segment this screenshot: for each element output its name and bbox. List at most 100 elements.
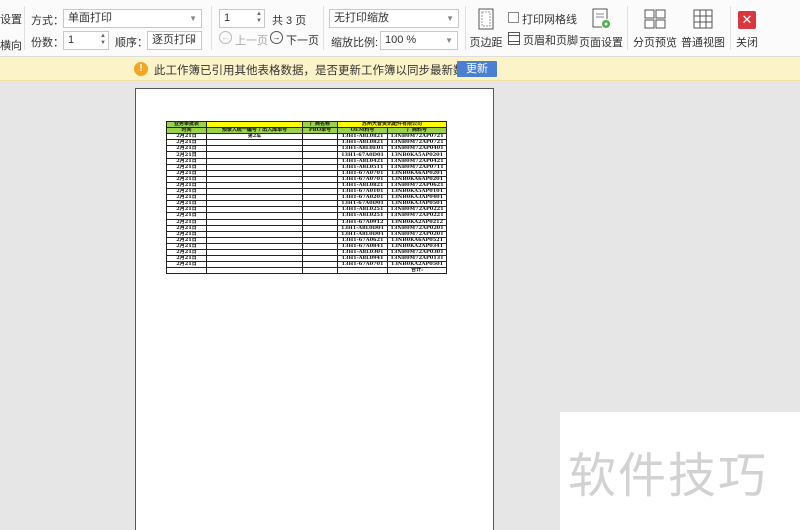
arrow-left-icon: ← [219,31,232,44]
cell-oem-part: 13H1-A8L0821 [337,133,388,141]
cell-oem-part: 13H1-A8L0301 [337,248,388,257]
zoom-select[interactable]: 100 % ▼ [380,31,458,50]
cell-oem-part: 13H1-67A0621 [337,236,388,244]
separator [323,6,324,50]
page-break-preview-button[interactable]: 分页预览 [632,8,678,50]
stepper-arrows-icon[interactable]: ▲ ▼ [100,33,106,47]
checkbox-icon [508,12,519,23]
cell-vendor-part: 13NB0M72AP0721 [387,139,447,147]
cell-vendor-part: 13NB0KA3AP0501 [387,200,447,208]
print-preview-toolbar: 设置 横向 方式： 单面打印 ▼ 份数： 1 ▲ ▼ 顺序： 逐页打印 ▼ 1 ▲… [0,0,800,57]
cell-vendor-part: 13NB0M72AP0221 [387,212,447,220]
total-pages-text: 共 3 页 [272,15,307,27]
print-mode-select[interactable]: 单面打印 ▼ [63,9,202,28]
chevron-down-icon: ▼ [446,14,454,23]
header-footer-button[interactable]: 页眉和页脚 [508,31,578,47]
update-notification-bar: ! 此工作簿已引用其他表格数据，是否更新工作簿以同步最新数据？ 更新 [0,57,800,81]
chevron-down-icon: ▼ [189,14,197,23]
table-total-row: 合计: [166,267,447,275]
cell-vendor-part: 13NB0M72AP0131 [387,255,447,263]
cell-vendor-part: 13NB0KA2AP0212 [387,218,447,226]
empty-cell [166,267,207,275]
cell-vendor-part: 13NB0M72AP0201 [387,224,447,232]
total-label-cell: 合计: [387,267,447,275]
mode-label: 方式： [31,15,64,27]
cell-vendor-part: 13NB0KA2AP0501 [387,261,447,269]
cell-oem-part: 13H1-A8L0D01 [337,230,388,238]
margins-label: 页边距 [469,37,503,49]
separator [24,6,25,50]
cell-oem-part: 13H1-A8L0821 [337,139,388,147]
prev-page-label: 上一页 [235,35,268,47]
prev-page-button[interactable]: ← 上一页 [219,31,268,47]
empty-cell [337,267,388,275]
cell-vendor-part: 13NB0KA6AP0521 [387,236,447,244]
cell-vendor-part: 13NB0KA5AP0201 [387,151,447,159]
cell-oem-part: 13H1-67A0D01 [337,151,388,159]
header-footer-icon [508,32,520,48]
next-page-button[interactable]: → 下一页 [270,31,320,47]
print-order-select[interactable]: 逐页打印 ▼ [147,31,202,50]
close-label: 关闭 [736,37,758,49]
margins-button[interactable]: 页边距 [469,8,503,50]
cell-oem-part: 13H1-67A0841 [337,242,388,250]
cell-vendor-part: 13NB0M72AP0421 [387,157,447,165]
cell-vendor-part: 13NB0KA6AP0201 [387,175,447,183]
cell-oem-part: 13H1-67A0101 [337,188,388,196]
header-footer-label: 页眉和页脚 [523,35,578,47]
copies-label: 份数： [31,37,64,49]
page-number-stepper[interactable]: 1 ▲ ▼ [219,9,265,28]
close-button[interactable]: ✕ 关闭 [734,8,760,50]
cell-vendor-part: 13NB0KA2AP0341 [387,242,447,250]
chevron-down-icon: ▼ [445,36,453,45]
cell-vendor-part: 13NB0M72AP0201 [387,230,447,238]
scale-mode-value: 无打印缩放 [334,12,389,24]
scale-mode-select[interactable]: 无打印缩放 ▼ [329,9,459,28]
cell-vendor-part: 13NB0M72AP0711 [387,163,447,171]
cell-oem-part: 13H1-67A0912 [337,218,388,226]
next-page-label: 下一页 [286,35,319,47]
separator [627,6,628,50]
watermark-text: 软件技巧 [568,448,769,504]
page-setup-button[interactable]: 页面设置 [579,8,623,50]
cell-oem-part: 13H1-A8L0D01 [337,224,388,232]
cell-oem-part: 13H1-A8L0511 [337,163,388,171]
print-gridlines-checkbox[interactable]: 打印网格线 [508,11,588,26]
margins-icon [475,8,497,30]
normal-view-button[interactable]: 普通视图 [680,8,726,50]
chevron-down-icon: ▼ [189,36,197,45]
page-setup-icon [590,8,612,30]
cell-oem-part: 13H1-A8L0421 [337,157,388,165]
cell-vendor-part: 13NB0KA5AP0101 [387,188,447,196]
page-setup-label: 页面设置 [579,37,623,49]
separator [465,6,466,50]
copies-value: 1 [68,34,75,46]
copies-stepper[interactable]: 1 ▲ ▼ [63,31,109,50]
page-break-icon [644,8,666,30]
orientation-landscape-partial[interactable]: 横向 [0,37,22,53]
grid-icon [692,8,714,30]
arrow-right-icon: → [270,31,283,44]
warning-icon: ! [134,62,148,76]
spreadsheet-table: 业务审批表 厂商名称 苏州大智资讯配件有限公司 时间 预录入统一编号 / 出入库… [166,120,447,275]
stepper-arrows-icon[interactable]: ▲ ▼ [256,11,262,25]
cell-vendor-part: 13NB0M72AP0621 [387,181,447,190]
cell-vendor-part: 13NB0M72AP0221 [387,206,447,214]
cell-vendor-part: 13NB0KA6AP0201 [387,169,447,177]
zoom-value: 100 % [385,34,417,46]
empty-cell [302,267,338,275]
orientation-setting-partial[interactable]: 设置 [0,11,22,27]
empty-cell [206,267,303,275]
order-label: 顺序： [115,37,148,49]
separator [211,6,212,50]
print-gridlines-label: 打印网格线 [522,14,577,26]
cell-oem-part: 13H1-67A0701 [337,169,388,177]
separator [730,6,731,50]
print-preview-page: 业务审批表 厂商名称 苏州大智资讯配件有限公司 时间 预录入统一编号 / 出入库… [135,88,494,530]
cell-vendor-part: 13NB0M72AP0401 [387,145,447,153]
cell-oem-part: 13H1-67A0701 [337,175,388,183]
page-number-value: 1 [224,12,231,24]
cell-vendor-part: 13NB0M72AP0301 [387,248,447,257]
zoom-label: 缩放比例: [331,37,379,49]
update-button[interactable]: 更新 [457,61,497,77]
